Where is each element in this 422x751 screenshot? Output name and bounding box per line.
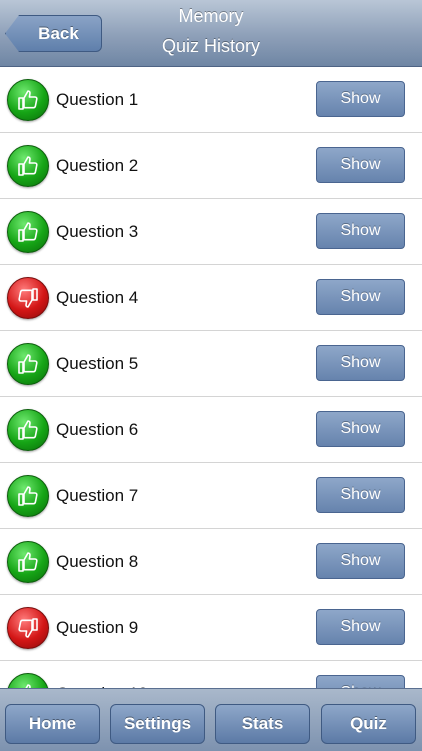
show-button[interactable]: Show — [316, 279, 405, 315]
list-item: Question 1 Show — [0, 67, 422, 133]
thumbs-up-icon — [7, 145, 49, 187]
question-label: Question 10 — [56, 661, 148, 688]
navigation-bar: Back Memory Quiz History — [0, 0, 422, 67]
list-item: Question 2 Show — [0, 133, 422, 199]
question-label: Question 2 — [56, 156, 139, 175]
thumbs-down-icon — [7, 607, 49, 649]
list-item: Question 5 Show — [0, 331, 422, 397]
list-item: Question 6 Show — [0, 397, 422, 463]
nav-title: Memory — [178, 6, 244, 26]
list-item: Question 7 Show — [0, 463, 422, 529]
show-button[interactable]: Show — [316, 81, 405, 117]
thumbs-up-icon — [7, 79, 49, 121]
quiz-history-list[interactable]: Question 1 Show Question 2 Show Question… — [0, 67, 422, 688]
show-button[interactable]: Show — [316, 147, 405, 183]
tab-settings[interactable]: Settings — [110, 704, 205, 744]
list-item: Question 9 Show — [0, 595, 422, 661]
list-item: Question 10 Show — [0, 661, 422, 688]
question-label: Question 7 — [56, 486, 139, 505]
tab-quiz[interactable]: Quiz — [321, 704, 416, 744]
thumbs-up-icon — [7, 211, 49, 253]
show-button[interactable]: Show — [316, 345, 405, 381]
thumbs-down-icon — [7, 277, 49, 319]
question-label: Question 8 — [56, 552, 139, 571]
list-item: Question 4 Show — [0, 265, 422, 331]
thumbs-up-icon — [7, 673, 49, 688]
show-button[interactable]: Show — [316, 543, 405, 579]
show-button[interactable]: Show — [316, 609, 405, 645]
thumbs-up-icon — [7, 475, 49, 517]
bottom-toolbar: Home Settings Stats Quiz — [0, 688, 422, 751]
question-label: Question 4 — [56, 288, 139, 307]
thumbs-up-icon — [7, 409, 49, 451]
question-label: Question 1 — [56, 90, 139, 109]
show-button[interactable]: Show — [316, 213, 405, 249]
list-item: Question 8 Show — [0, 529, 422, 595]
thumbs-up-icon — [7, 541, 49, 583]
thumbs-up-icon — [7, 343, 49, 385]
question-label: Question 3 — [56, 222, 139, 241]
question-label: Question 9 — [56, 618, 139, 637]
list-item: Question 3 Show — [0, 199, 422, 265]
tab-stats[interactable]: Stats — [215, 704, 310, 744]
show-button[interactable]: Show — [316, 675, 405, 688]
show-button[interactable]: Show — [316, 477, 405, 513]
question-label: Question 5 — [56, 354, 139, 373]
show-button[interactable]: Show — [316, 411, 405, 447]
tab-home[interactable]: Home — [5, 704, 100, 744]
nav-subtitle: Quiz History — [161, 36, 260, 56]
question-label: Question 6 — [56, 420, 139, 439]
